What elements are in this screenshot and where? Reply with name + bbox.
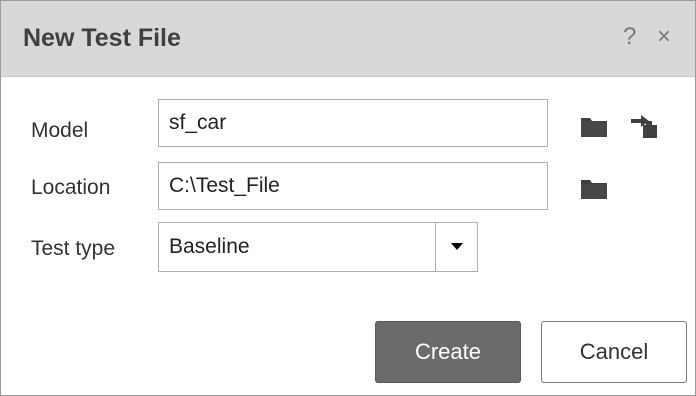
test-type-value: Baseline	[169, 235, 250, 258]
new-test-file-dialog: New Test File ? × Model Location Test ty…	[0, 0, 696, 396]
test-type-label: Test type	[31, 237, 116, 260]
folder-icon[interactable]	[579, 113, 609, 139]
location-label: Location	[31, 176, 111, 199]
dialog-titlebar: New Test File ? ×	[1, 1, 695, 77]
dropdown-button[interactable]	[435, 223, 478, 271]
create-button[interactable]: Create	[375, 321, 521, 383]
help-button[interactable]: ?	[623, 22, 636, 52]
model-label: Model	[31, 119, 89, 142]
location-field[interactable]	[158, 162, 548, 210]
close-button[interactable]: ×	[657, 22, 671, 52]
dialog-title: New Test File	[23, 24, 181, 52]
model-field[interactable]	[158, 99, 548, 147]
folder-icon[interactable]	[579, 175, 609, 201]
use-current-model-icon[interactable]	[629, 111, 659, 138]
test-type-select[interactable]: Baseline	[158, 222, 478, 272]
cancel-button[interactable]: Cancel	[541, 321, 687, 383]
caret-down-icon	[451, 243, 463, 250]
